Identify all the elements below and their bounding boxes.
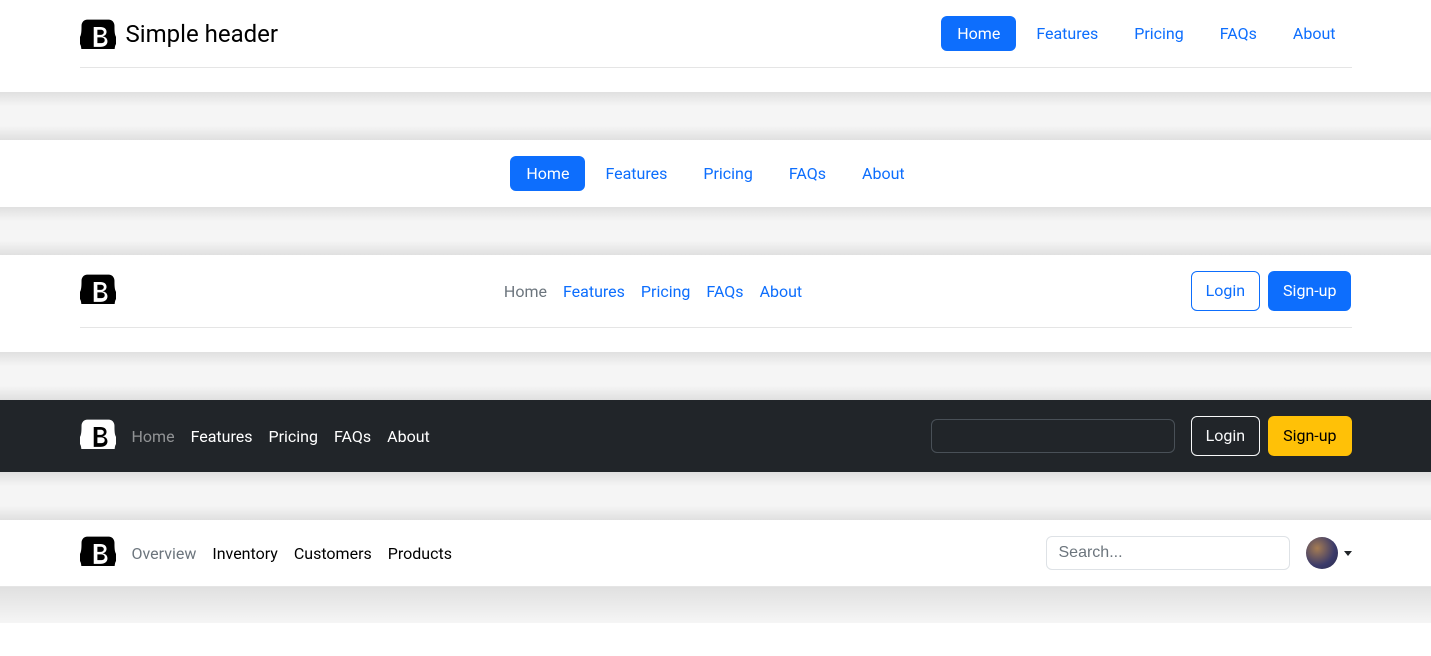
- nav-about[interactable]: About: [387, 427, 430, 446]
- nav-faqs[interactable]: FAQs: [773, 156, 842, 191]
- nav-home[interactable]: Home: [941, 16, 1016, 51]
- chevron-down-icon: [1344, 551, 1352, 556]
- header-centered: Home Features Pricing FAQs About: [0, 140, 1431, 207]
- nav-pills: Home Features Pricing FAQs About: [941, 16, 1351, 51]
- header-login: Home Features Pricing FAQs About Login S…: [0, 255, 1431, 352]
- bootstrap-icon: [80, 536, 116, 566]
- nav-pricing[interactable]: Pricing: [1118, 16, 1200, 51]
- nav-pricing[interactable]: Pricing: [687, 156, 769, 191]
- search-input[interactable]: [1046, 536, 1290, 570]
- nav-about[interactable]: About: [760, 282, 803, 301]
- user-menu[interactable]: [1306, 537, 1352, 569]
- auth-buttons: Login Sign-up: [1191, 271, 1352, 311]
- brand-link[interactable]: [80, 419, 116, 453]
- nav-home[interactable]: Home: [504, 282, 547, 301]
- separator: [0, 92, 1431, 140]
- brand-link[interactable]: [80, 274, 116, 308]
- nav-features[interactable]: Features: [191, 427, 253, 446]
- nav-features[interactable]: Features: [1020, 16, 1114, 51]
- signup-button[interactable]: Sign-up: [1268, 416, 1351, 456]
- nav-home[interactable]: Home: [132, 427, 175, 446]
- nav-pricing[interactable]: Pricing: [269, 427, 319, 446]
- nav-faqs[interactable]: FAQs: [334, 427, 371, 446]
- brand-link[interactable]: Simple header: [80, 19, 279, 49]
- signup-button[interactable]: Sign-up: [1268, 271, 1351, 311]
- nav-home[interactable]: Home: [510, 156, 585, 191]
- separator: [0, 352, 1431, 400]
- nav-faqs[interactable]: FAQs: [1204, 16, 1273, 51]
- header-simple: Simple header Home Features Pricing FAQs…: [0, 0, 1431, 92]
- nav-products: Overview Inventory Customers Products: [132, 544, 452, 563]
- separator: [0, 472, 1431, 520]
- avatar: [1306, 537, 1338, 569]
- nav-customers[interactable]: Customers: [294, 544, 372, 563]
- nav-overview[interactable]: Overview: [132, 544, 197, 563]
- nav-about[interactable]: About: [1277, 16, 1352, 51]
- bootstrap-icon: [80, 19, 116, 49]
- nav-links: Home Features Pricing FAQs About: [504, 282, 802, 301]
- nav-pricing[interactable]: Pricing: [641, 282, 691, 301]
- nav-products[interactable]: Products: [388, 544, 452, 563]
- brand-title: Simple header: [126, 20, 279, 48]
- bootstrap-icon: [80, 419, 116, 449]
- login-button[interactable]: Login: [1191, 416, 1260, 456]
- header-dark: Home Features Pricing FAQs About Login S…: [0, 400, 1431, 472]
- nav-pills-centered: Home Features Pricing FAQs About: [510, 156, 920, 191]
- header-products: Overview Inventory Customers Products: [0, 520, 1431, 587]
- brand-link[interactable]: [80, 536, 116, 570]
- nav-features[interactable]: Features: [563, 282, 625, 301]
- nav-dark: Home Features Pricing FAQs About: [132, 427, 430, 446]
- auth-buttons: Login Sign-up: [1191, 416, 1352, 456]
- nav-about[interactable]: About: [846, 156, 921, 191]
- nav-features[interactable]: Features: [589, 156, 683, 191]
- bootstrap-icon: [80, 274, 116, 304]
- search-input[interactable]: [931, 419, 1175, 453]
- nav-inventory[interactable]: Inventory: [212, 544, 278, 563]
- nav-faqs[interactable]: FAQs: [706, 282, 743, 301]
- separator: [0, 207, 1431, 255]
- login-button[interactable]: Login: [1191, 271, 1260, 311]
- separator: [0, 587, 1431, 623]
